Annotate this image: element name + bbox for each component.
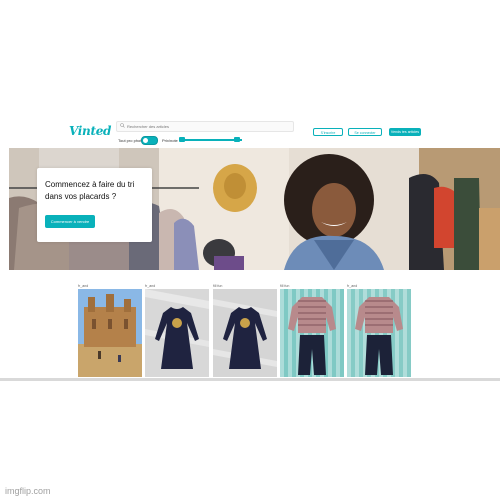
- search-input[interactable]: [127, 122, 287, 131]
- dress-image: [213, 289, 277, 377]
- signup-button[interactable]: S'inscrire: [313, 128, 343, 136]
- slider-label: Prix/note: [162, 138, 178, 143]
- item-photo[interactable]: [347, 289, 411, 377]
- start-selling-button[interactable]: Commencer à vendre: [45, 215, 95, 228]
- item-card[interactable]: fill fun: [280, 284, 344, 377]
- slider-fill: [180, 139, 242, 141]
- watermark: imgflip.com: [5, 486, 51, 496]
- slider-handle-max[interactable]: [234, 137, 240, 142]
- item-card[interactable]: fill fun: [213, 284, 277, 377]
- page-divider: [0, 378, 500, 381]
- hero-title: Commencez à faire du tri dans vos placar…: [45, 180, 135, 201]
- slider-handle-min[interactable]: [179, 137, 185, 142]
- hero-card: Commencez à faire du tri dans vos placar…: [37, 168, 152, 242]
- item-photo[interactable]: [78, 289, 142, 377]
- login-button[interactable]: Se connecter: [348, 128, 382, 136]
- item-photo[interactable]: [280, 289, 344, 377]
- vinted-logo[interactable]: Vinted: [69, 124, 111, 138]
- price-slider[interactable]: [179, 137, 242, 142]
- sell-button[interactable]: Vends tes articles: [389, 128, 421, 136]
- toggle-label: Tout pro photo: [118, 138, 144, 143]
- mosque-image: [78, 289, 142, 377]
- outfit-image: [280, 289, 344, 377]
- item-photo[interactable]: [213, 289, 277, 377]
- item-card[interactable]: fr_and: [347, 284, 411, 377]
- dress-image: [145, 289, 209, 377]
- pro-toggle[interactable]: [141, 136, 158, 145]
- item-photo[interactable]: [145, 289, 209, 377]
- search-icon: [120, 123, 125, 128]
- toggle-knob: [143, 138, 148, 143]
- item-card[interactable]: fr_and: [78, 284, 142, 377]
- page: Vinted S'inscrire Se connecter Vends tes…: [0, 0, 500, 500]
- search-bar[interactable]: [116, 121, 294, 132]
- outfit-image: [347, 289, 411, 377]
- item-card[interactable]: fr_and: [145, 284, 209, 377]
